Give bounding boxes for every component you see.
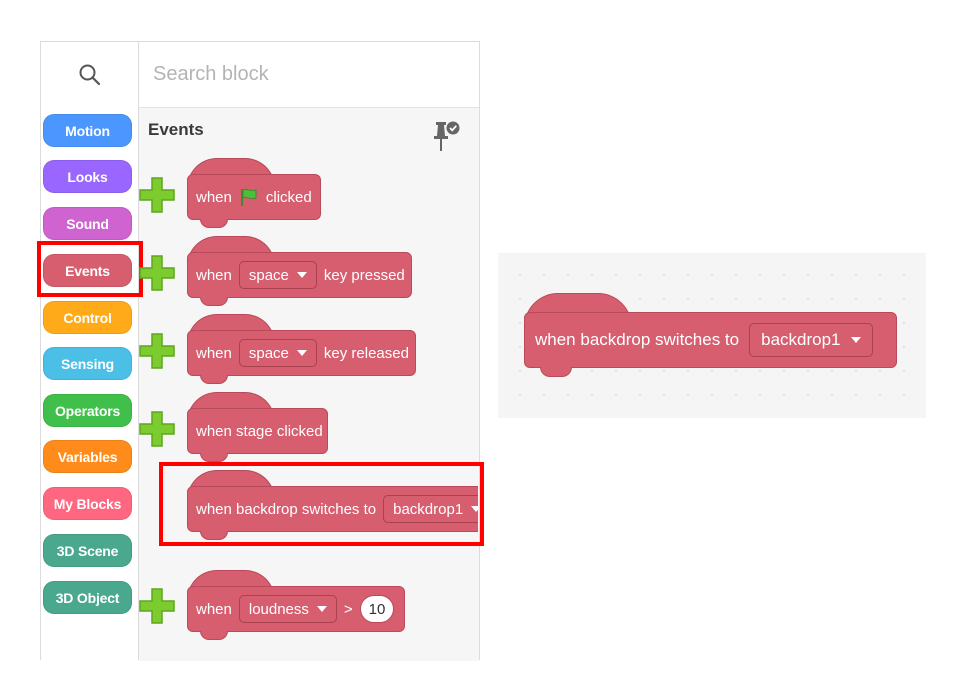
- block-text: key pressed: [323, 266, 405, 284]
- block-text: key released: [323, 344, 409, 362]
- category-motion[interactable]: Motion: [43, 114, 132, 147]
- dropdown-value: loudness: [248, 600, 309, 618]
- category-label: Control: [63, 309, 112, 326]
- add-block-icon[interactable]: [138, 410, 176, 448]
- block-text: when: [196, 600, 232, 618]
- add-block-icon[interactable]: [138, 254, 176, 292]
- block-text: clicked: [265, 188, 312, 206]
- search-input[interactable]: [151, 62, 455, 87]
- category-looks[interactable]: Looks: [43, 160, 132, 193]
- category-control[interactable]: Control: [43, 301, 132, 334]
- key-dropdown[interactable]: space: [238, 261, 317, 289]
- dropdown-arrow-icon: [296, 272, 307, 278]
- category-label: Sensing: [60, 355, 115, 372]
- add-block-icon[interactable]: [138, 587, 176, 625]
- add-block-icon[interactable]: [138, 176, 176, 214]
- block-text: when stage clicked: [196, 422, 323, 440]
- category-label: Sound: [66, 215, 109, 232]
- category-label: Motion: [65, 122, 110, 139]
- category-variables[interactable]: Variables: [43, 440, 132, 473]
- block-text: when: [196, 344, 232, 362]
- category-label: Looks: [67, 168, 108, 185]
- dropdown-value: backdrop1: [761, 330, 841, 349]
- dropdown-arrow-icon: [296, 350, 307, 356]
- pin-check-icon[interactable]: [431, 118, 463, 154]
- category-3d-scene[interactable]: 3D Scene: [43, 534, 132, 567]
- preview-backdrop-dropdown[interactable]: backdrop1: [749, 323, 873, 357]
- green-flag-icon: [240, 188, 257, 206]
- events-category-highlight: [37, 241, 143, 297]
- when-key-released-block[interactable]: when space key released: [187, 330, 416, 376]
- category-operators[interactable]: Operators: [43, 394, 132, 427]
- preview-backdrop-block[interactable]: when backdrop switches to backdrop1: [524, 312, 897, 368]
- backdrop-block-highlight: [159, 462, 484, 546]
- category-sound[interactable]: Sound: [43, 207, 132, 240]
- search-icon: [79, 64, 100, 86]
- block-text: when: [196, 188, 232, 206]
- when-key-pressed-block[interactable]: when space key pressed: [187, 252, 412, 298]
- category-label: 3D Object: [55, 589, 120, 606]
- dropdown-arrow-icon: [316, 606, 327, 612]
- operator-text: >: [343, 600, 353, 618]
- dropdown-value: space: [248, 344, 289, 362]
- when-flag-clicked-block[interactable]: when clicked: [187, 174, 321, 220]
- category-label: 3D Scene: [56, 542, 119, 559]
- dropdown-value: space: [248, 266, 289, 284]
- category-my-blocks[interactable]: My Blocks: [43, 487, 132, 520]
- key-dropdown[interactable]: space: [238, 339, 317, 367]
- block-text: when: [196, 266, 232, 284]
- block-notch: [540, 367, 572, 377]
- sensor-dropdown[interactable]: loudness: [238, 595, 337, 623]
- when-stage-clicked-block[interactable]: when stage clicked: [187, 408, 328, 454]
- search-button[interactable]: [41, 42, 138, 108]
- block-text: when backdrop switches to: [535, 330, 740, 349]
- category-label: My Blocks: [53, 495, 122, 512]
- search-block-field[interactable]: [139, 42, 479, 108]
- category-label: Operators: [54, 402, 121, 419]
- add-block-icon[interactable]: [138, 332, 176, 370]
- category-sensing[interactable]: Sensing: [43, 347, 132, 380]
- section-title: Events: [148, 120, 204, 139]
- when-loudness-block[interactable]: when loudness > 10: [187, 586, 405, 632]
- category-3d-object[interactable]: 3D Object: [43, 581, 132, 614]
- dropdown-arrow-icon: [850, 337, 861, 343]
- threshold-input[interactable]: 10: [359, 595, 395, 623]
- category-label: Variables: [57, 448, 118, 465]
